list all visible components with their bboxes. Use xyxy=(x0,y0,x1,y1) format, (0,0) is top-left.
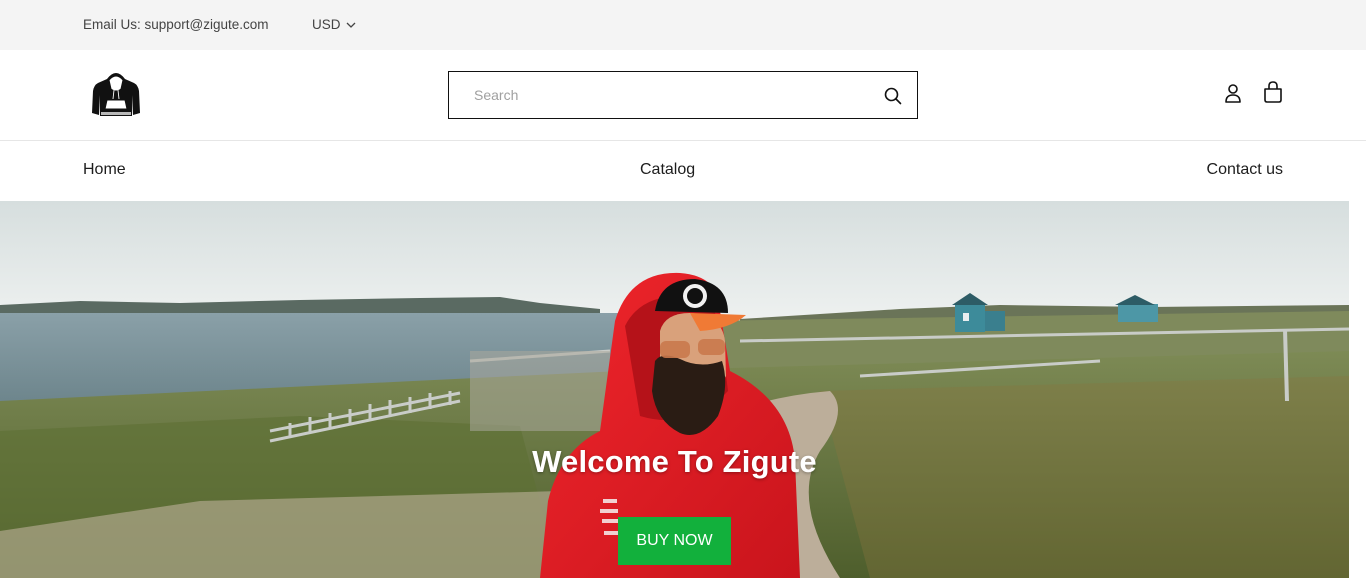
page-scrollbar[interactable] xyxy=(1349,201,1366,578)
search-icon[interactable] xyxy=(883,86,903,106)
hero-title: Welcome To Zigute xyxy=(532,444,817,479)
main-navigation: Home Catalog Contact us xyxy=(0,141,1366,201)
hero-banner: Welcome To Zigute BUY NOW xyxy=(0,201,1349,578)
buy-now-button[interactable]: BUY NOW xyxy=(618,517,731,565)
account-icon[interactable] xyxy=(1222,82,1244,104)
currency-selector[interactable]: USD xyxy=(312,17,356,32)
chevron-down-icon xyxy=(346,22,355,28)
nav-item-catalog[interactable]: Catalog xyxy=(640,161,695,179)
search-box xyxy=(448,71,918,119)
nav-item-home[interactable]: Home xyxy=(83,161,126,179)
support-email[interactable]: Email Us: support@zigute.com xyxy=(83,17,269,32)
site-header xyxy=(0,50,1366,141)
announcement-bar: Email Us: support@zigute.com USD xyxy=(0,0,1366,50)
search-input[interactable] xyxy=(449,72,869,118)
cart-bag-icon[interactable] xyxy=(1262,80,1284,104)
currency-label: USD xyxy=(312,17,341,32)
nav-item-contact-us[interactable]: Contact us xyxy=(1207,161,1283,179)
hoodie-logo-icon[interactable] xyxy=(90,69,142,119)
